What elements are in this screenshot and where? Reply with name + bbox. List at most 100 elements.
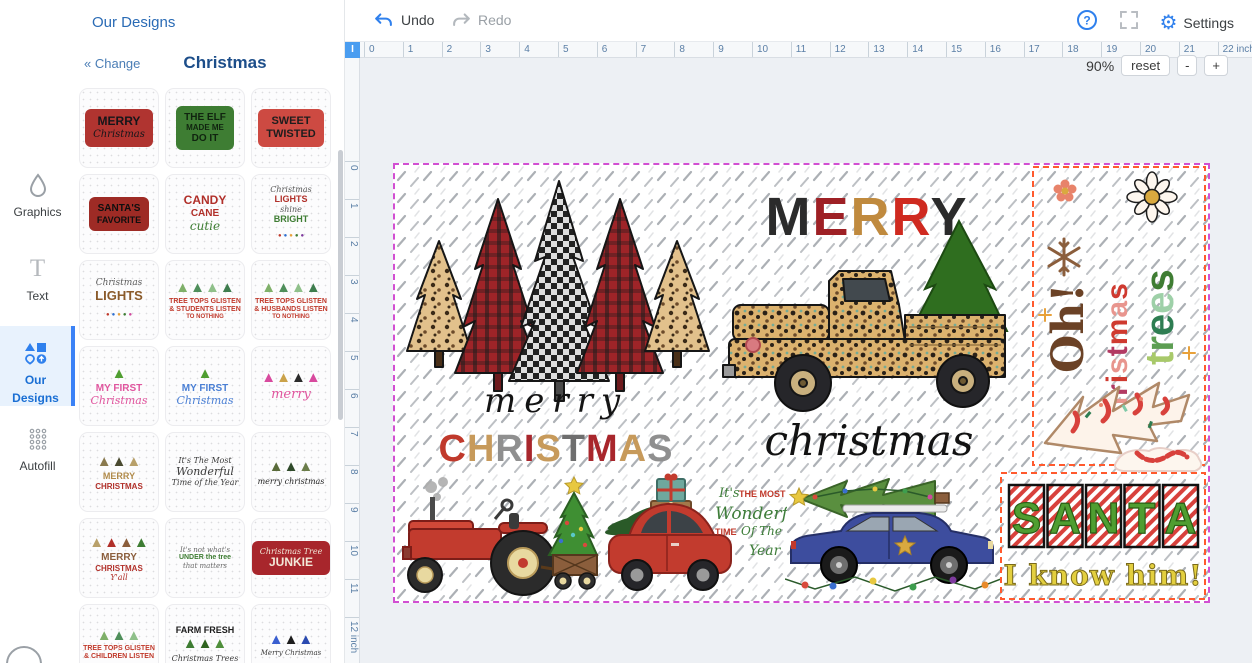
design-thumbnail-farm-fresh-christmas-trees[interactable]: FARM FRESH▲▲▲Christmas Trees xyxy=(165,604,245,663)
design-thumbnail-merry-christmas-rustic-trees[interactable]: ▲▲▲MERRYCHRISTMAS xyxy=(79,432,159,512)
design-thumbnail-my-first-christmas-pink[interactable]: ▲MY FIRSTChristmas xyxy=(79,346,159,426)
design-thumbnail-christmas-lights-colorful[interactable]: ChristmasLIGHTS●●●●● xyxy=(79,260,159,340)
design-thumbnail-its-not-whats-under-the-tree[interactable]: It's not what'sUNDER the treethat matter… xyxy=(165,518,245,598)
thumbnail-text: TREE TOPS GLISTEN xyxy=(83,645,155,653)
design-thumbnail-merry-christmas-yall[interactable]: ▲▲▲▲MERRYCHRISTMASY'all xyxy=(79,518,159,598)
i-know-him-text: I know him! xyxy=(1003,559,1202,592)
v-ruler-tick: 12 inch xyxy=(345,617,360,663)
merry-letters-text: MERRY xyxy=(765,187,968,247)
h-ruler-tick: 3 xyxy=(480,42,523,58)
panel-scrollbar[interactable] xyxy=(338,150,343,420)
thumbnail-text: MERRY xyxy=(103,471,135,481)
h-ruler-tick: 7 xyxy=(636,42,679,58)
zoom-reset-button[interactable]: reset xyxy=(1121,55,1170,76)
design-thumbnail-my-first-christmas-blue[interactable]: ▲MY FIRSTChristmas xyxy=(165,346,245,426)
h-ruler-tick: 13 xyxy=(868,42,911,58)
design-thumbnail-christmas-lights-shine-bright[interactable]: ChristmasLIGHTSshineBRIGHT●●●●● xyxy=(251,174,331,254)
christmas-script-text: christmas xyxy=(765,416,974,465)
oh-trees-letters: trees xyxy=(1138,269,1182,365)
settings-button[interactable]: ⚙ Settings xyxy=(1159,13,1234,33)
design-wonderful-time-red-car[interactable]: It's THE MOST Wonderful TIME Of The Year xyxy=(601,471,787,601)
thumbnail-text: LIGHTS xyxy=(95,289,143,304)
svg-text:THE MOST: THE MOST xyxy=(739,489,786,499)
thumbnail-trees-art: ▲▲▲▲ xyxy=(89,534,148,552)
sidebar-item-graphics[interactable]: Graphics xyxy=(0,172,75,221)
design-thumbnail-santas-favorite[interactable]: SANTA'SFAVORITE xyxy=(79,174,159,254)
thumbnail-text: Christmas xyxy=(93,129,145,141)
gang-sheet-canvas[interactable]: merry CHRISTMAS MERRY xyxy=(393,163,1210,603)
help-button[interactable]: ? xyxy=(1075,8,1099,37)
vertical-ruler: 0123456789101112 inch xyxy=(345,58,360,663)
design-thumbnail-merry-leopard-trees[interactable]: ▲▲▲▲merry xyxy=(251,346,331,426)
ruler-origin: I xyxy=(345,42,360,58)
panel-title: Our Designs xyxy=(92,14,175,31)
v-ruler-tick: 5 xyxy=(345,351,360,393)
design-thumbnail-merry-christmas-camo-trees[interactable]: ▲▲▲merry christmas xyxy=(251,432,331,512)
design-plaid-trees-merry-christmas[interactable]: merry CHRISTMAS xyxy=(401,169,711,469)
redo-button[interactable]: Redo xyxy=(450,9,511,31)
thumbnail-text: UNDER the tree xyxy=(179,554,231,562)
zoom-in-button[interactable]: + xyxy=(1204,55,1228,76)
design-thumbnail-sweet-and-twisted[interactable]: SWEETTWISTED xyxy=(251,88,331,168)
v-ruler-tick: 3 xyxy=(345,275,360,317)
dots-grid-icon xyxy=(0,426,75,452)
help-icon: ? xyxy=(1075,8,1099,32)
h-ruler-tick: 0 xyxy=(364,42,407,58)
sidebar-item-autofill[interactable]: Autofill xyxy=(0,426,75,475)
christmas-letters-text: CHRISTMAS xyxy=(439,428,674,469)
design-leopard-truck-merry-christmas[interactable]: MERRY xyxy=(719,169,1015,469)
sidebar-item-label: Graphics xyxy=(13,205,61,219)
design-thumbnail-tree-tops-glisten-husbands-listen[interactable]: ▲▲▲▲TREE TOPS GLISTEN& HUSBANDS LISTENTO… xyxy=(251,260,331,340)
category-title: Christmas xyxy=(145,53,305,73)
svg-text:It's: It's xyxy=(718,486,740,501)
design-blue-car-christmas-lights[interactable] xyxy=(785,467,1001,599)
thumbnail-trees-art: ▲▲▲ xyxy=(269,631,314,649)
design-thumbnail-merry-christmas-paint[interactable]: MERRYChristmas xyxy=(79,88,159,168)
thumbnail-text: Christmas xyxy=(270,185,311,194)
thumbnail-text: cutie xyxy=(190,220,220,234)
top-toolbar: Undo Redo ? xyxy=(345,0,1252,42)
design-thumbnail-candy-cane-cutie[interactable]: CANDYCANEcutie xyxy=(165,174,245,254)
thumbnail-lights-art: ●●●●● xyxy=(105,303,133,321)
design-thumbnail-most-wonderful-time-snowman[interactable]: It's The MostWonderfulTime of the Year xyxy=(165,432,245,512)
design-christmas-tractor-wagon[interactable] xyxy=(401,473,599,599)
thumbnail-text: It's not what's xyxy=(180,546,230,554)
text-icon: T xyxy=(0,256,75,282)
settings-label: Settings xyxy=(1183,15,1234,31)
undo-button[interactable]: Undo xyxy=(373,9,434,31)
thumbnail-text: CHRISTMAS xyxy=(95,482,143,491)
design-thumbnail-tree-tops-glisten-students-listen[interactable]: ▲▲▲▲TREE TOPS GLISTEN& STUDENTS LISTENTO… xyxy=(165,260,245,340)
smoke-puffs xyxy=(425,477,448,501)
h-ruler-tick: 12 xyxy=(830,42,873,58)
thumbnail-text: BRIGHT xyxy=(274,214,309,224)
thumbnail-text: TREE TOPS GLISTEN xyxy=(169,298,241,306)
v-ruler-tick: 10 xyxy=(345,541,360,583)
thumbnail-text: & STUDENTS LISTEN xyxy=(169,306,241,314)
design-thumbnail-the-elf-made-me-do-it[interactable]: THE ELFMADE MEDO IT xyxy=(165,88,245,168)
thumbnail-text: CHRISTMAS xyxy=(95,564,143,573)
thumbnail-trees-art: ▲▲▲▲ xyxy=(261,369,320,387)
sidebar-item-our-designs[interactable]: Our Designs xyxy=(0,326,75,406)
daisy-icon xyxy=(1127,172,1177,222)
design-thumbnail-tree-tops-glisten-children-listen[interactable]: ▲▲▲TREE TOPS GLISTEN& CHILDREN LISTEN xyxy=(79,604,159,663)
design-thumbnail-merry-christmas-blue-plaid-trees[interactable]: ▲▲▲Merry Christmas xyxy=(251,604,331,663)
svg-text:TIME: TIME xyxy=(715,527,737,537)
v-ruler-tick: 4 xyxy=(345,313,360,355)
design-thumbnail-christmas-tree-junkie[interactable]: Christmas TreeJUNKIE xyxy=(251,518,331,598)
thumbnail-text: JUNKIE xyxy=(269,556,313,570)
change-category-link[interactable]: « Change xyxy=(84,56,140,71)
design-oh-christmas-trees[interactable]: Oh! christmas trees xyxy=(1031,165,1207,467)
santa-letter-tiles: S A N T A xyxy=(1009,485,1198,547)
svg-text:N: N xyxy=(1088,494,1120,543)
thumbnail-text: Christmas xyxy=(91,395,148,408)
design-santa-i-know-him[interactable]: S A N T A I know him! xyxy=(999,445,1207,601)
svg-text:A: A xyxy=(1049,494,1081,543)
thumbnail-text: shine xyxy=(280,205,302,214)
thumbnail-text: Time of the Year xyxy=(172,478,239,487)
sidebar: Graphics T Text Our Designs xyxy=(0,0,75,663)
fullscreen-button[interactable] xyxy=(1117,8,1141,37)
sidebar-item-text[interactable]: T Text xyxy=(0,256,75,305)
zoom-out-button[interactable]: - xyxy=(1177,55,1197,76)
svg-text:?: ? xyxy=(1084,14,1091,28)
thumbnail-text: & CHILDREN LISTEN xyxy=(84,653,154,661)
